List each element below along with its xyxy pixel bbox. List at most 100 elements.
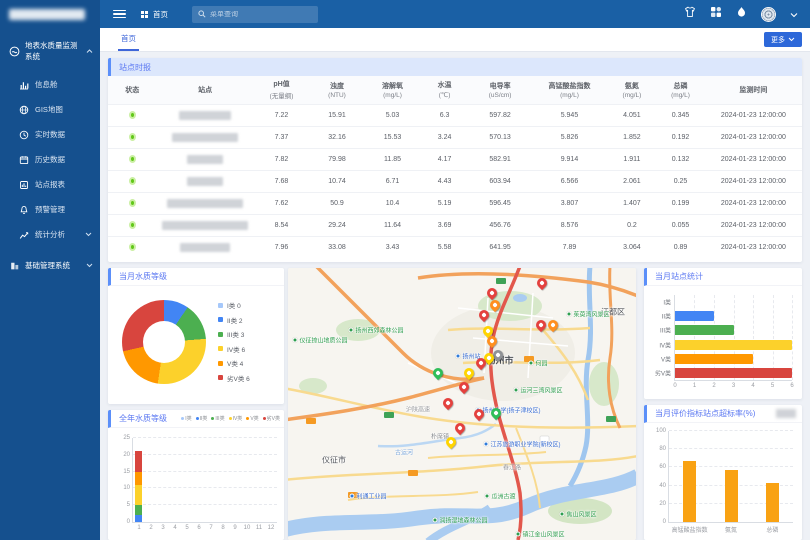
sidebar-item-6[interactable]: 统计分析 [0,222,100,247]
hamburger-menu-icon[interactable] [113,8,126,21]
legend-item: IV类 6 [218,342,250,357]
sidebar-menu: 信息舱 GIS地图实时数据历史数据站点报表预警管理统计分析 [0,72,100,247]
blue-poi-icon [484,442,489,447]
table-row[interactable]: 7.8279.9811.854.17582.919.9141.9110.1322… [108,149,802,171]
exceedance-panel-header: 当月评价指标站点超标率(%) [644,405,802,423]
sidebar-item-label: GIS地图 [35,104,63,115]
map-label: 利通工业园 [349,492,386,501]
status-ok-dot [129,111,136,119]
history-icon [19,155,29,165]
column-header: 高锰酸盐指数(mg/L) [531,76,607,105]
chevron-up-icon [86,49,93,54]
panel-title-annual-quality: 全年水质等级 [119,413,167,424]
main-content: 站点时报 状态站点pH值(无量纲)浊度(NTU)溶解氧(mg/L)水温(℃)电导… [100,52,810,540]
map-label: 仪征捺山地质公园 [292,336,347,345]
monthly-station-stats-panel: 当月站点统计 0123456I类II类III类IV类V类劣V类 [644,268,802,399]
sidebar-system-label: 地表水质量监测系统 [25,40,81,62]
map-label: 运河三湾风景区 [513,386,562,395]
exceedance-rate-panel: 当月评价指标站点超标率(%) 020406080100高锰酸盐指数氨氮总磷 [644,405,802,540]
green-poi-icon [528,361,533,366]
sidebar-item-4[interactable]: 站点报表 [0,172,100,197]
table-row[interactable]: 7.6250.910.45.19596.453.8071.4070.199202… [108,193,802,215]
theme-icon[interactable] [684,5,696,23]
station-name-blurred [187,177,223,186]
station-name-blurred [180,243,230,252]
topbar: 首页 [100,0,810,28]
table-row[interactable]: 8.5429.2411.643.69456.768.5760.20.055202… [108,215,802,237]
map-label: 古运河 [395,448,413,457]
status-ok-dot [129,133,136,141]
table-row[interactable]: 7.6810.746.714.43603.946.5662.0610.25202… [108,171,802,193]
sidebar-item-0[interactable]: 信息舱 [0,72,100,97]
annual-legend: I类II类III类IV类V类劣V类 [181,415,280,422]
green-poi-icon [515,532,520,537]
map-label: 江苏旅游职业学院(新校区) [484,440,561,449]
caret-down-icon[interactable] [790,5,798,23]
donut-chart [122,300,206,384]
column-header: 电导率(uS/cm) [469,76,531,105]
panel-title-station-stats: 当月站点统计 [644,268,802,286]
column-header: 监测时间 [705,76,802,105]
green-poi-icon [559,512,564,517]
column-header: 站点 [157,76,254,105]
status-ok-dot [129,177,136,185]
menu-search-box[interactable] [192,6,318,23]
trend-icon [19,230,29,240]
column-header: 状态 [108,76,157,105]
map-label: 扬州西郊森林公园 [348,326,403,335]
building-icon [9,260,20,271]
blue-poi-icon [455,354,460,359]
panel-title-monthly-quality: 当月水质等级 [108,268,284,286]
panel-title-exceedance-rate: 当月评价指标站点超标率(%) [655,408,755,419]
map-label: 瓜洲古渡 [484,492,515,501]
green-poi-icon [292,338,297,343]
map-label: 扬州大学(扬子津校区) [476,406,541,415]
sidebar-item-3[interactable]: 历史数据 [0,147,100,172]
annual-panel-header: 全年水质等级 I类II类III类IV类V类劣V类 [108,410,284,428]
sidebar-system-group[interactable]: 地表水质量监测系统 [0,28,100,72]
blue-poi-icon [349,494,354,499]
annual-quality-panel: 全年水质等级 I类II类III类IV类V类劣V类 051015202512345… [108,410,284,540]
donut-legend: I类 0II类 2III类 3IV类 6V类 4劣V类 6 [218,298,250,385]
more-button[interactable]: 更多 [764,32,802,47]
legend-item: V类 4 [218,356,250,371]
map-label: 何园 [528,359,547,368]
column-header: 浊度(NTU) [309,76,365,105]
station-table: 状态站点pH值(无量纲)浊度(NTU)溶解氧(mg/L)水温(℃)电导率(uS/… [108,76,802,259]
map-label: 茱萸湾风景区 [566,310,609,319]
avatar[interactable] [761,7,776,22]
sidebar-item-1[interactable]: GIS地图 [0,97,100,122]
column-header: pH值(无量纲) [254,76,310,105]
water-system-icon [9,46,20,57]
map-label: 镇江金山风景区 [515,530,564,539]
clock-icon [19,130,29,140]
gis-map[interactable]: 扬州市江都区仪征市朴席镇古运河沪陕高速春江路扬州站何园运河三湾风景区扬州大学(扬… [288,268,636,540]
sidebar-item-label: 预警管理 [35,204,65,215]
tab-home[interactable]: 首页 [118,33,139,51]
monthly-quality-panel: 当月水质等级 I类 0II类 2III类 3IV类 6V类 4劣V类 6 [108,268,284,404]
sidebar-item-2[interactable]: 实时数据 [0,122,100,147]
sidebar-item-label: 信息舱 [35,79,58,90]
flame-icon[interactable] [736,5,747,23]
sidebar-item-base-management[interactable]: 基础管理系统 [0,250,100,280]
chevron-down-icon [86,263,93,268]
sidebar-secondary-label: 基础管理系统 [25,260,70,271]
table-row[interactable]: 7.2215.915.036.3597.825.9454.0510.345202… [108,105,802,127]
table-row[interactable]: 7.9633.083.435.58641.957.893.0640.892024… [108,237,802,259]
station-name-blurred [179,111,231,120]
station-report-panel: 站点时报 状态站点pH值(无量纲)浊度(NTU)溶解氧(mg/L)水温(℃)电导… [108,58,802,262]
blurred-link[interactable] [776,409,796,418]
sidebar-item-label: 站点报表 [35,179,65,190]
station-name-blurred [162,221,248,230]
column-header: 氨氮(mg/L) [608,76,657,105]
layout-icon[interactable] [710,5,722,23]
map-label: 仪征市 [322,455,346,466]
map-label: 焦山风景区 [559,510,596,519]
topbar-home-link[interactable]: 首页 [141,9,168,20]
sidebar-item-5[interactable]: 预警管理 [0,197,100,222]
search-input[interactable] [210,11,312,18]
column-header: 总磷(mg/L) [656,76,705,105]
table-row[interactable]: 7.3732.1615.533.24570.135.8261.8520.1922… [108,127,802,149]
bar-chart-icon [19,80,29,90]
green-poi-icon [513,388,518,393]
